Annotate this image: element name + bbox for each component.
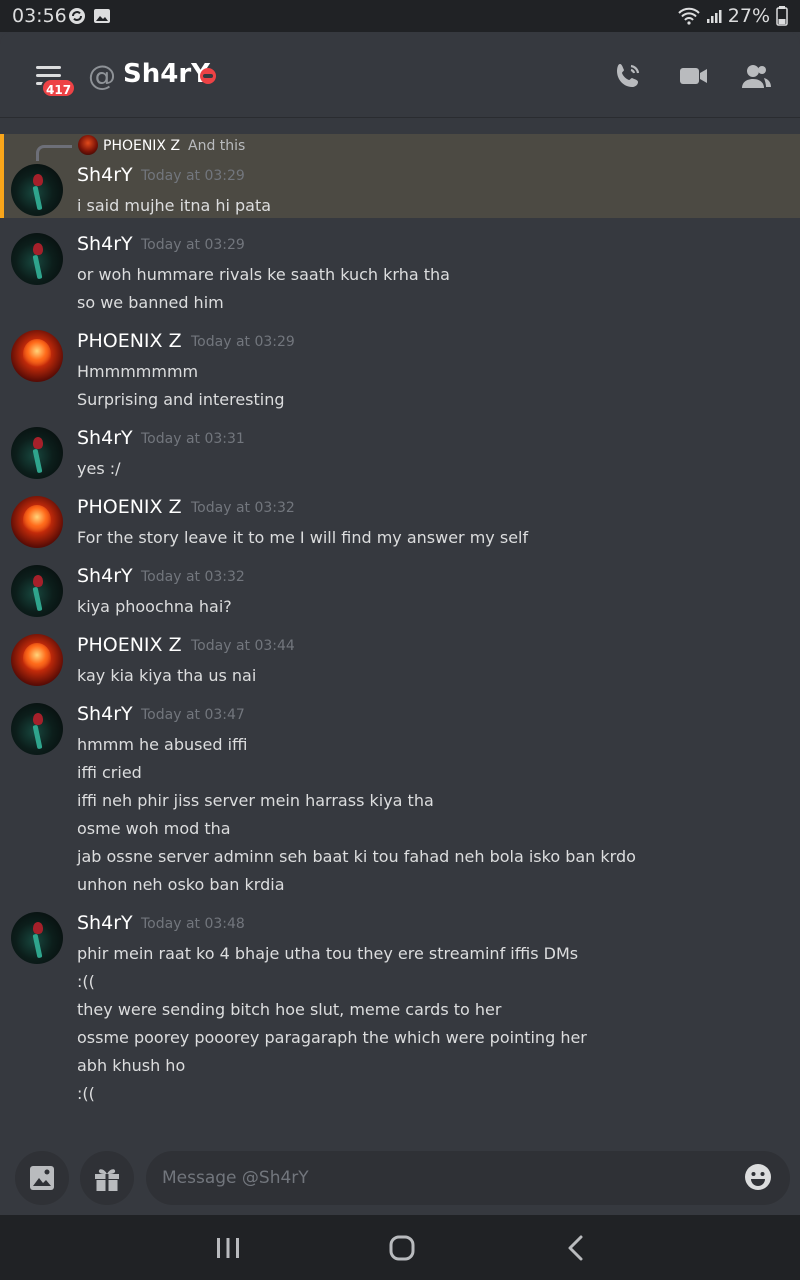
back-icon[interactable]: [560, 1233, 592, 1263]
avatar[interactable]: [11, 912, 63, 964]
at-icon: @: [88, 59, 116, 92]
message-author[interactable]: Sh4rY: [77, 912, 133, 934]
sync-icon: [69, 8, 85, 24]
message-line: Surprising and interesting: [77, 390, 285, 409]
message-author[interactable]: PHOENIX Z: [77, 330, 182, 352]
image-icon: [94, 9, 110, 23]
gift-icon: [95, 1169, 119, 1191]
message-line: hmmm he abused iffi: [77, 735, 248, 754]
recent-apps-icon[interactable]: [212, 1233, 244, 1263]
system-nav-bar: [0, 1215, 800, 1280]
channel-title[interactable]: Sh4rY: [123, 59, 210, 89]
message-timestamp: Today at 03:29: [191, 334, 295, 350]
message-line: iffi neh phir jiss server mein harrass k…: [77, 791, 434, 810]
message-author[interactable]: Sh4rY: [77, 703, 133, 725]
message-author[interactable]: Sh4rY: [77, 164, 133, 186]
message-timestamp: Today at 03:48: [141, 916, 245, 932]
message-line: ossme poorey pooorey paragaraph the whic…: [77, 1028, 587, 1047]
dnd-status-icon: [200, 68, 216, 84]
reply-author[interactable]: PHOENIX Z: [103, 138, 180, 154]
avatar[interactable]: [11, 496, 63, 548]
chat-header: 417 @ Sh4rY: [0, 32, 800, 118]
message-line: so we banned him: [77, 293, 224, 312]
message-line: iffi cried: [77, 763, 142, 782]
video-call-icon[interactable]: [677, 60, 709, 92]
reply-text[interactable]: And this: [188, 138, 245, 154]
message-line: phir mein raat ko 4 bhaje utha tou they …: [77, 944, 579, 963]
message-line: For the story leave it to me I will find…: [77, 528, 529, 547]
avatar[interactable]: [11, 233, 63, 285]
message-author[interactable]: Sh4rY: [77, 565, 133, 587]
message-list[interactable]: PHOENIX Z And this Sh4rY Today at 03:29 …: [0, 118, 800, 1143]
message-content: phir mein raat ko 4 bhaje utha tou they …: [77, 944, 587, 1112]
message-content: kiya phoochna hai?: [77, 597, 232, 625]
message-line: kiya phoochna hai?: [77, 597, 232, 616]
wifi-icon: [678, 7, 700, 25]
message-line: jab ossne server adminn seh baat ki tou …: [77, 847, 636, 866]
message-author[interactable]: Sh4rY: [77, 233, 133, 255]
menu-icon-bar: [36, 74, 61, 77]
message-line: kay kia kiya tha us nai: [77, 666, 257, 685]
attach-image-button[interactable]: [15, 1151, 69, 1205]
message-timestamp: Today at 03:29: [141, 168, 245, 184]
home-icon[interactable]: [386, 1233, 418, 1263]
signal-icon: [706, 10, 722, 23]
gift-button[interactable]: [80, 1151, 134, 1205]
message-line: :((: [77, 1084, 95, 1103]
menu-icon: [36, 66, 61, 69]
message-content: i said mujhe itna hi pata: [77, 196, 271, 224]
message-line: osme woh mod tha: [77, 819, 231, 838]
message-line: i said mujhe itna hi pata: [77, 196, 272, 215]
reply-avatar: [78, 135, 98, 155]
avatar[interactable]: [11, 703, 63, 755]
avatar[interactable]: [11, 565, 63, 617]
avatar[interactable]: [11, 330, 63, 382]
message-line: Hmmmmmmm: [77, 362, 199, 381]
message-author[interactable]: Sh4rY: [77, 427, 133, 449]
message-line: :((: [77, 972, 95, 991]
battery-percent: 27%: [727, 5, 770, 27]
reply-connector: [36, 145, 72, 161]
message-timestamp: Today at 03:32: [141, 569, 245, 585]
message-timestamp: Today at 03:44: [191, 638, 295, 654]
message-content: Hmmmmmmm Surprising and interesting: [77, 362, 285, 418]
battery-icon: [776, 6, 788, 26]
avatar[interactable]: [11, 427, 63, 479]
message-timestamp: Today at 03:29: [141, 237, 245, 253]
message-author[interactable]: PHOENIX Z: [77, 634, 182, 656]
message-line: abh khush ho: [77, 1056, 186, 1075]
image-icon: [30, 1166, 54, 1190]
message-line: yes :/: [77, 459, 121, 478]
message-line: unhon neh osko ban krdia: [77, 875, 285, 894]
message-content: For the story leave it to me I will find…: [77, 528, 528, 556]
message-content: yes :/: [77, 459, 121, 487]
avatar[interactable]: [11, 634, 63, 686]
message-input[interactable]: [146, 1151, 790, 1205]
status-bar: 03:56 27%: [0, 0, 800, 32]
message-content: or woh hummare rivals ke saath kuch krha…: [77, 265, 450, 321]
message-timestamp: Today at 03:47: [141, 707, 245, 723]
unread-badge: 417: [41, 78, 77, 98]
status-time: 03:56: [12, 5, 67, 27]
message-content: hmmm he abused iffi iffi cried iffi neh …: [77, 735, 636, 903]
message-timestamp: Today at 03:31: [141, 431, 245, 447]
message-line: they were sending bitch hoe slut, meme c…: [77, 1000, 502, 1019]
avatar[interactable]: [11, 164, 63, 216]
message-line: or woh hummare rivals ke saath kuch krha…: [77, 265, 450, 284]
emoji-picker-icon[interactable]: [744, 1163, 772, 1191]
message-timestamp: Today at 03:32: [191, 500, 295, 516]
member-list-icon[interactable]: [740, 60, 772, 92]
message-author[interactable]: PHOENIX Z: [77, 496, 182, 518]
message-composer: [0, 1143, 800, 1215]
voice-call-icon[interactable]: [612, 60, 644, 92]
message-content: kay kia kiya tha us nai: [77, 666, 256, 694]
